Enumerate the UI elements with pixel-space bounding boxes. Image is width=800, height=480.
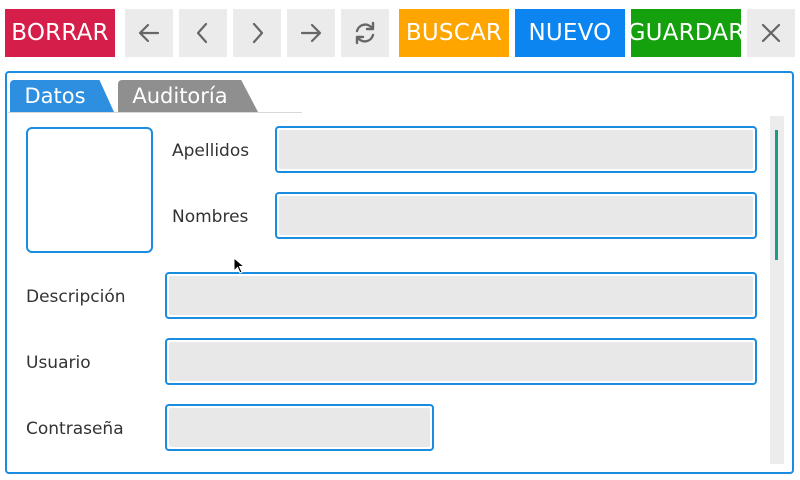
tab-auditoria[interactable]: Auditoría <box>118 80 258 112</box>
tab-strip-divider <box>8 112 302 113</box>
photo-placeholder[interactable] <box>26 127 153 253</box>
back-button[interactable] <box>125 9 173 57</box>
arrow-left-icon <box>138 23 160 43</box>
borrar-label: BORRAR <box>11 20 109 46</box>
close-button[interactable] <box>747 9 795 57</box>
arrow-right-icon <box>300 23 322 43</box>
tab-auditoria-label: Auditoría <box>132 84 228 108</box>
nuevo-button[interactable]: NUEVO <box>515 9 625 57</box>
nombres-label: Nombres <box>172 207 249 227</box>
previous-button[interactable] <box>179 9 227 57</box>
nombres-input[interactable] <box>279 196 753 235</box>
descripcion-input[interactable] <box>169 276 753 315</box>
nombres-field-frame <box>275 192 757 239</box>
next-button[interactable] <box>233 9 281 57</box>
contrasena-label: Contraseña <box>26 419 124 439</box>
guardar-label: GUARDAR <box>627 20 745 46</box>
descripcion-field-frame <box>165 272 757 319</box>
tab-datos[interactable]: Datos <box>10 80 114 112</box>
chevron-right-icon <box>252 22 264 44</box>
apellidos-input[interactable] <box>279 130 753 169</box>
scrollbar-thumb[interactable] <box>775 130 778 260</box>
buscar-button[interactable]: BUSCAR <box>399 9 509 57</box>
nuevo-label: NUEVO <box>528 20 612 46</box>
forward-button[interactable] <box>287 9 335 57</box>
tab-datos-label: Datos <box>24 84 86 108</box>
chevron-left-icon <box>196 22 208 44</box>
mouse-cursor-icon <box>233 257 245 274</box>
descripcion-label: Descripción <box>26 287 126 307</box>
guardar-button[interactable]: GUARDAR <box>628 9 744 57</box>
usuario-input[interactable] <box>169 342 753 381</box>
apellidos-label: Apellidos <box>172 141 250 161</box>
usuario-field-frame <box>165 338 757 385</box>
usuario-label: Usuario <box>26 353 91 373</box>
apellidos-field-frame <box>275 126 757 173</box>
refresh-icon <box>355 21 375 45</box>
contrasena-input[interactable] <box>169 408 430 447</box>
borrar-button[interactable]: BORRAR <box>5 9 115 57</box>
refresh-button[interactable] <box>341 9 389 57</box>
close-icon <box>761 23 781 43</box>
buscar-label: BUSCAR <box>405 20 503 46</box>
contrasena-field-frame <box>165 404 434 451</box>
